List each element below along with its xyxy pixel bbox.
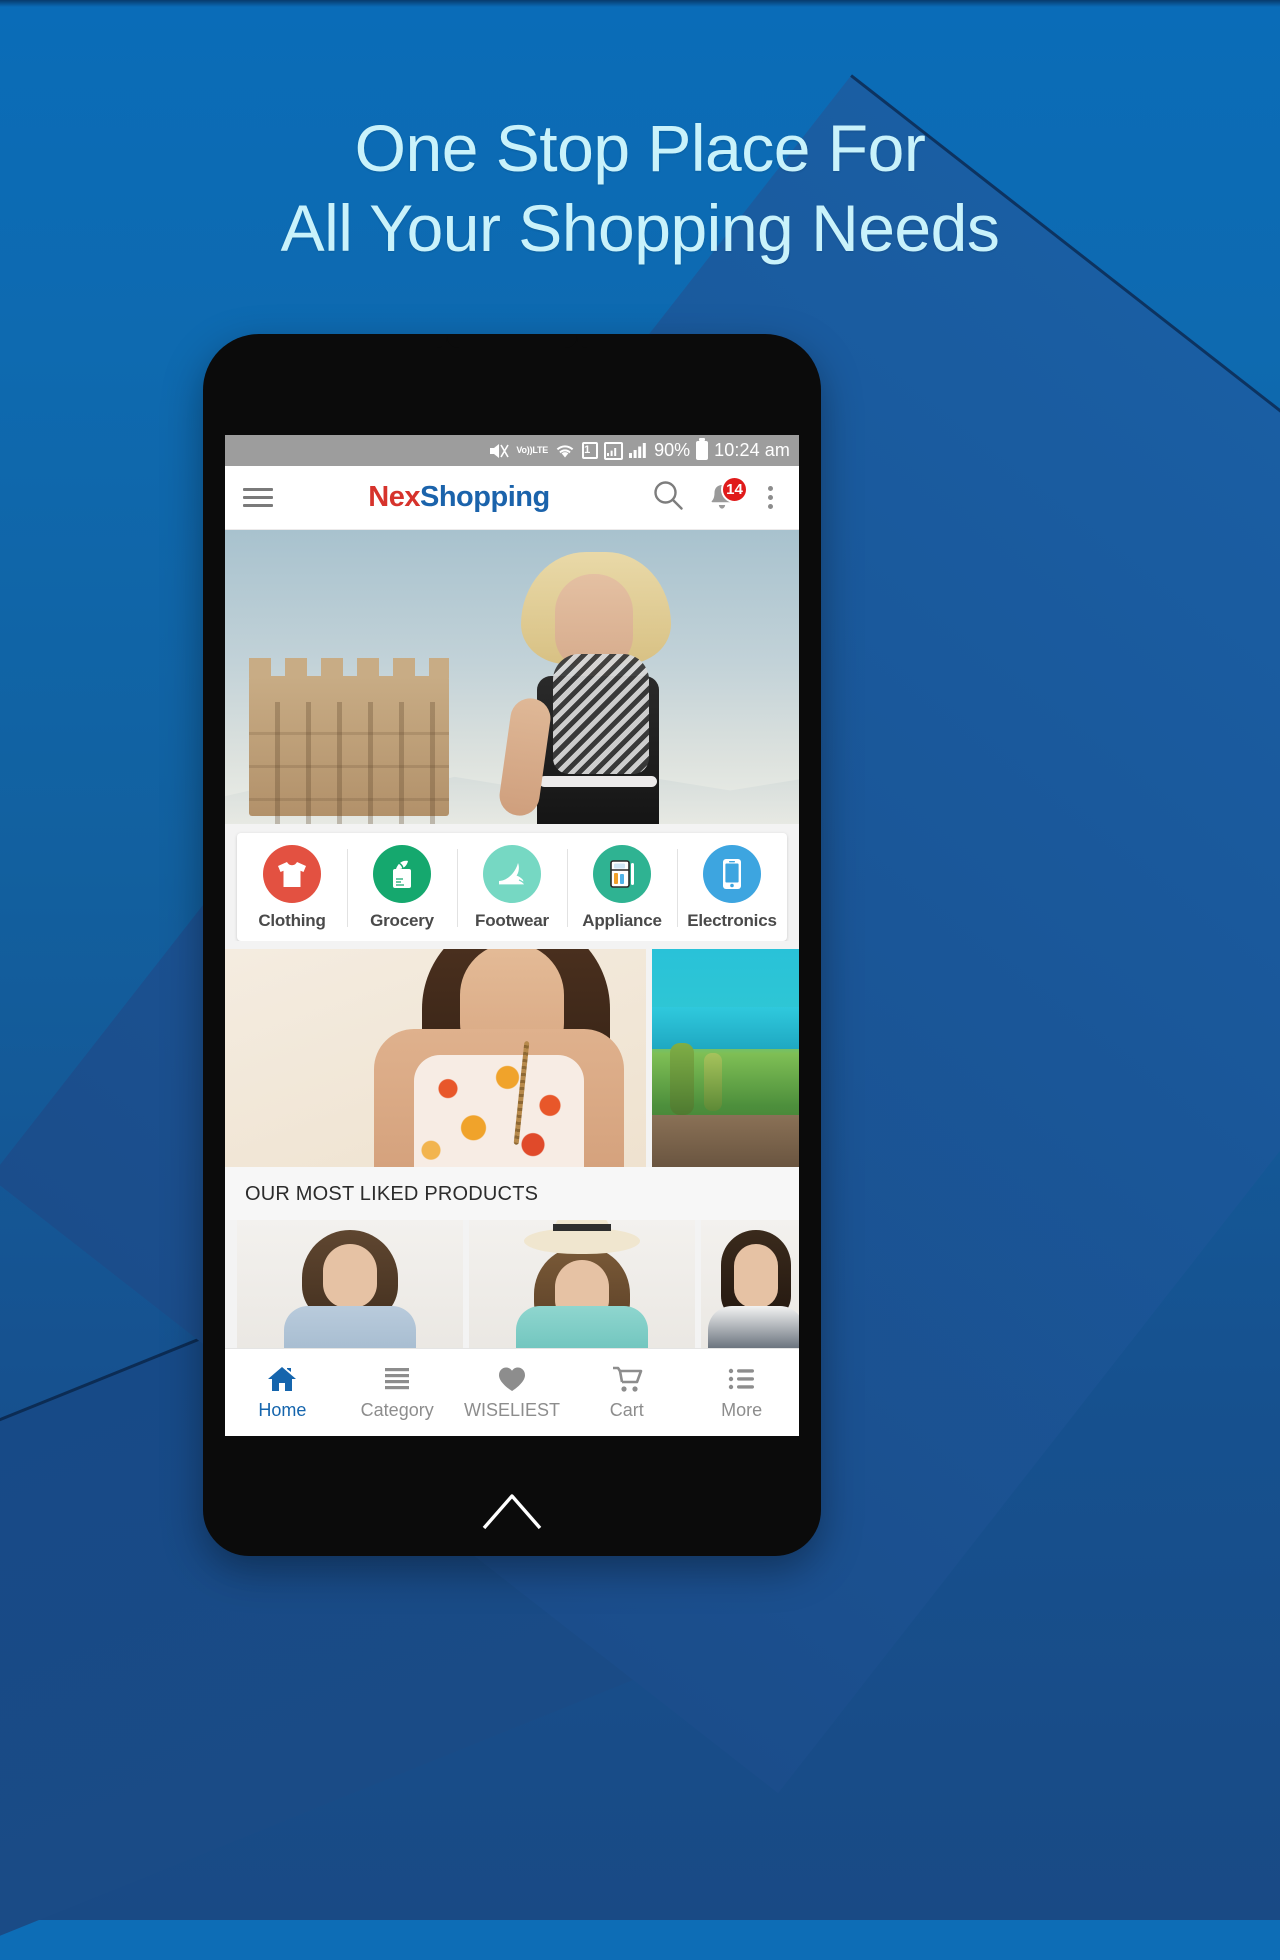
smartphone-icon — [703, 845, 761, 903]
category-item-appliance[interactable]: Appliance — [567, 845, 677, 931]
search-icon[interactable] — [651, 478, 685, 517]
notifications-button[interactable]: 14 — [707, 475, 748, 514]
notifications-badge: 14 — [721, 475, 748, 503]
heart-icon — [498, 1367, 525, 1391]
section-title-most-liked: OUR MOST LIKED PRODUCTS — [225, 1167, 799, 1220]
category-item-electronics[interactable]: Electronics — [677, 845, 787, 931]
nav-item-cart[interactable]: Cart — [569, 1364, 684, 1421]
high-heel-icon — [483, 845, 541, 903]
promo-headline-line-2: All Your Shopping Needs — [280, 191, 1000, 265]
app-bar: NexShopping 14 — [225, 466, 799, 530]
nav-label: WISELIEST — [463, 1400, 560, 1420]
category-item-clothing[interactable]: Clothing — [237, 845, 347, 931]
hero-fashion-banner[interactable] — [225, 530, 799, 824]
app-bar-actions: 14 — [651, 475, 781, 517]
promo-headline: One Stop Place For All Your Shopping Nee… — [0, 108, 1280, 268]
home-icon — [268, 1367, 297, 1391]
nav-item-category[interactable]: Category — [340, 1364, 455, 1421]
nav-label: Category — [360, 1400, 434, 1420]
category-item-footwear[interactable]: Footwear — [457, 845, 567, 931]
signal-bars-icon — [629, 442, 648, 459]
hero-castle — [249, 658, 449, 824]
phone-earpiece-notch — [429, 334, 595, 348]
promo-tile-outdoor-small[interactable] — [652, 949, 799, 1167]
nav-item-more[interactable]: More — [684, 1364, 799, 1421]
category-shortcuts: Clothing Grocery Footwear Appliance Elec… — [225, 824, 799, 941]
refrigerator-icon — [593, 845, 651, 903]
app-brand-logo: NexShopping — [267, 481, 651, 514]
promo-tiles — [225, 941, 799, 1167]
home-capacitive-button[interactable] — [478, 1488, 546, 1532]
clock: 10:24 am — [714, 440, 790, 460]
nav-item-wiseliest[interactable]: WISELIEST — [455, 1364, 570, 1421]
speaker-mute-icon — [488, 441, 510, 461]
battery-percentage: 90% — [654, 440, 691, 460]
sim-slot-icon: 1 — [582, 442, 599, 459]
brand-text-nex: Nex — [368, 481, 420, 513]
category-item-grocery[interactable]: Grocery — [347, 845, 457, 931]
category-label: Grocery — [370, 911, 434, 930]
promo-tile-fashion-large[interactable] — [225, 949, 646, 1167]
category-label: Footwear — [475, 911, 549, 930]
status-bar: Vo)) LTE 1 90% 10:24 am — [225, 435, 799, 466]
nav-label: More — [721, 1400, 763, 1420]
nav-label: Home — [258, 1400, 307, 1420]
nav-label: Cart — [609, 1400, 644, 1420]
hero-model — [493, 548, 703, 824]
brand-text-shopping: Shopping — [420, 481, 550, 513]
background-top-edge — [0, 0, 1280, 7]
nav-item-home[interactable]: Home — [225, 1364, 340, 1421]
bottom-navigation: Home Category WISELIEST Cart More — [225, 1348, 799, 1436]
battery-icon — [696, 441, 709, 460]
wifi-icon — [554, 442, 576, 460]
grocery-bag-icon — [373, 845, 431, 903]
promo-headline-line-1: One Stop Place For — [354, 111, 926, 185]
more-list-icon — [728, 1368, 754, 1390]
category-label: Appliance — [582, 911, 662, 930]
phone-screen: Vo)) LTE 1 90% 10:24 am NexShopping 14 C… — [225, 435, 799, 1436]
cart-icon — [612, 1366, 643, 1392]
list-icon — [385, 1368, 410, 1390]
category-label: Electronics — [687, 911, 777, 930]
phone-mockup: Vo)) LTE 1 90% 10:24 am NexShopping 14 C… — [203, 334, 821, 1556]
tshirt-icon — [263, 845, 321, 903]
kebab-menu-icon[interactable] — [759, 486, 781, 509]
volte-icon: Vo)) LTE — [516, 445, 549, 455]
signal-bars-boxed-icon — [604, 441, 624, 460]
category-label: Clothing — [258, 911, 326, 930]
